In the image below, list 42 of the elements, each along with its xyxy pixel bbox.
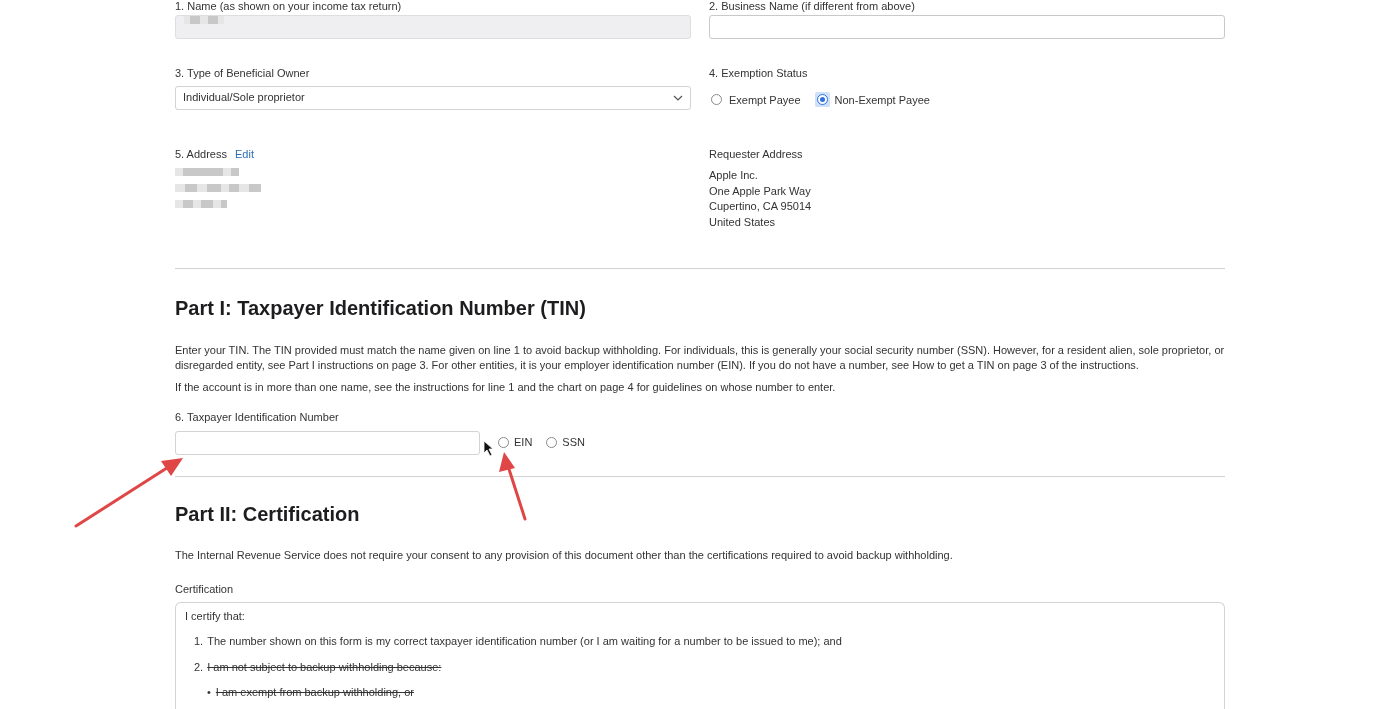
address-line: Cupertino, CA 95014 [709, 199, 813, 214]
list-number: 1. [194, 634, 204, 649]
field-label: Requester Address [709, 146, 804, 162]
instruction-paragraph: Enter your TIN. The TIN provided must match the name given on line 1 to avoid backup withholding. For individuals, this is generally your social security number (SSN). However, for a resident alien, sole proprietor, or disregarded entity, see Part I instructions on page 3. For other entities, it is your employer identification number (EIN). If you do not have a number, see How to get a TIN on page 3 of the instructions. [175, 343, 1225, 373]
chevron-down-icon [673, 94, 683, 101]
tin-input-field[interactable] [175, 430, 480, 455]
dropdown-select[interactable]: Individual/Sole proprietor [175, 85, 691, 110]
field-label: 1. Name (as shown on your income tax return) [175, 0, 403, 13]
redacted-text [175, 168, 239, 176]
list-number: 2. [194, 659, 204, 675]
field-label: 6. Taxpayer Identification Number [175, 410, 340, 425]
certification-item: The number shown on this form is my correct taxpayer identification number (or I am waiting for a number to be issued to me); and [207, 634, 842, 649]
section-heading: Part I: Taxpayer Identification Number (TIN) [175, 296, 587, 321]
address-line: Apple Inc. [709, 168, 759, 183]
edit-link[interactable]: Edit [235, 145, 254, 162]
annotation-arrow [499, 452, 527, 521]
list-bullet: • [207, 685, 211, 700]
field-label: 4. Exemption Status [709, 66, 809, 81]
text-field[interactable] [709, 15, 1225, 39]
radio-label: Non-Exempt Payee [834, 92, 930, 108]
mouse-pointer-icon [483, 440, 494, 457]
radio-label: SSN [562, 435, 585, 451]
address-line: United States [709, 214, 777, 230]
field-label: 5. Address [175, 146, 227, 162]
instruction-paragraph: If the account is in more than one name, see the instructions for line 1 and the chart on page 4 for guidelines on whose number to enter. [175, 380, 837, 395]
radio-button[interactable] [498, 437, 509, 448]
address-line: One Apple Park Way [709, 183, 812, 199]
radio-button[interactable] [546, 437, 558, 448]
certification-item: I am not subject to backup withholding because: [207, 659, 442, 675]
radio-button[interactable] [816, 94, 828, 106]
consent-paragraph: The Internal Revenue Service does not require your consent to any provision of this document other than the certifications required to avoid backup withholding. [175, 547, 954, 563]
field-label: 3. Type of Beneficial Owner [175, 66, 311, 81]
field-label: Certification [175, 582, 235, 597]
redacted-text [175, 200, 227, 208]
radio-label: Exempt Payee [729, 92, 801, 108]
certification-intro: I certify that: [185, 608, 246, 624]
field-label: 2. Business Name (if different from above) [709, 0, 916, 13]
radio-button[interactable] [711, 94, 722, 106]
radio-label: EIN [514, 435, 533, 451]
certification-item: I am exempt from backup withholding, or [215, 685, 414, 700]
redacted-text [184, 16, 224, 24]
section-heading: Part II: Certification [175, 501, 361, 527]
